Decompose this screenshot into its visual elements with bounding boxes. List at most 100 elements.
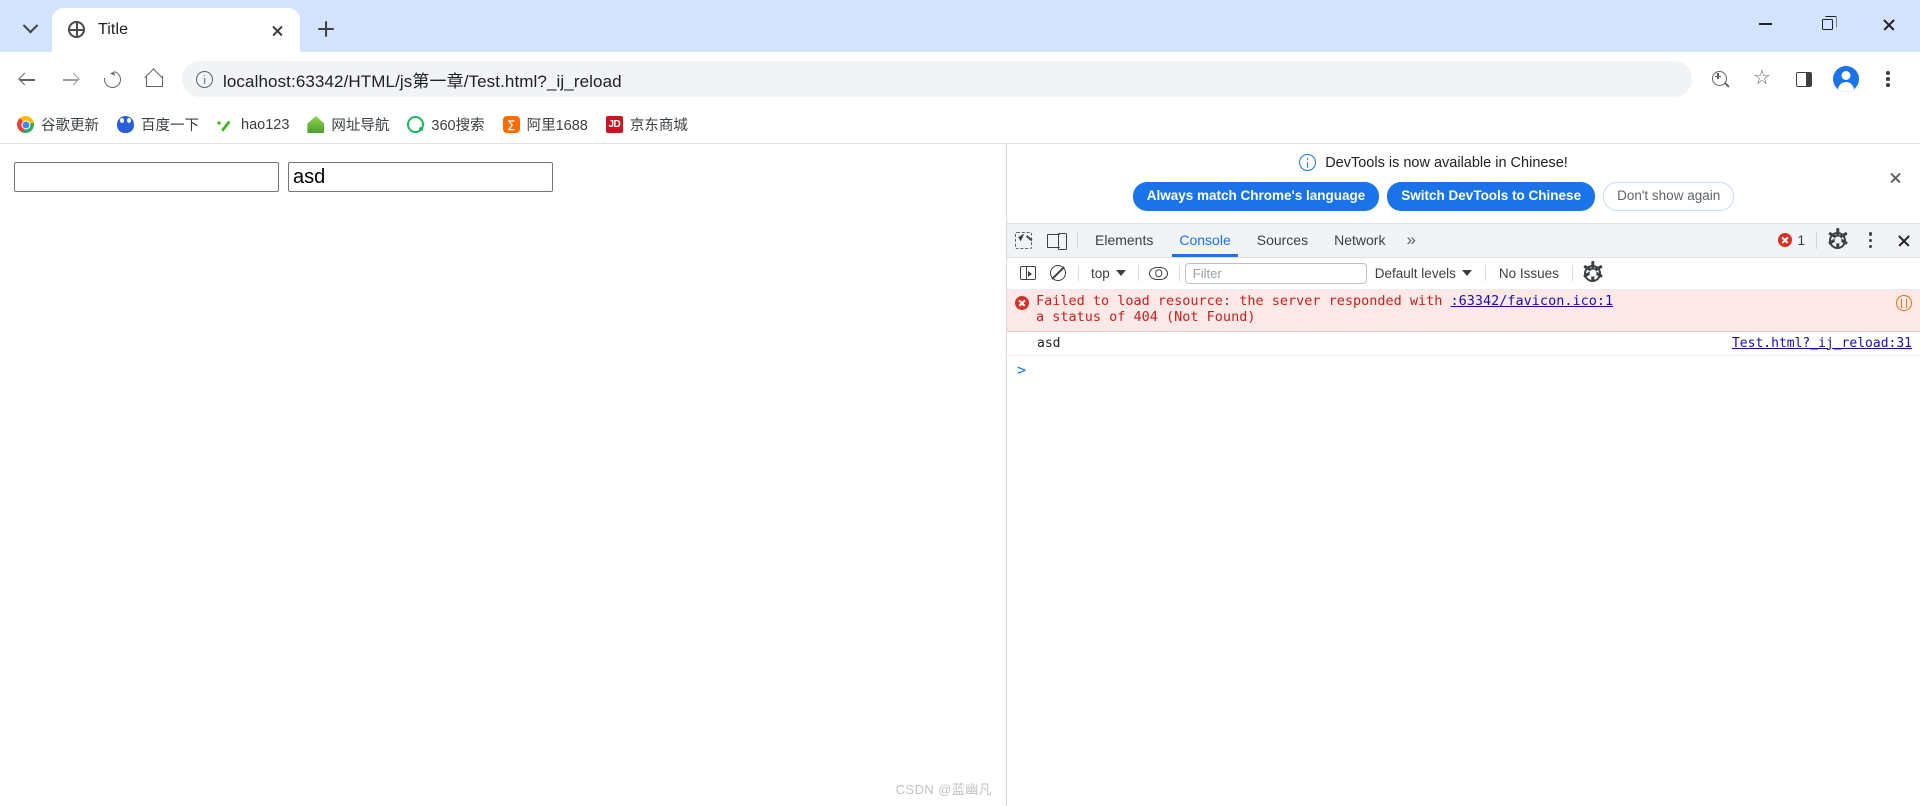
dont-show-again-button[interactable]: Don't show again (1603, 182, 1735, 211)
profile-button[interactable] (1826, 59, 1866, 99)
error-icon (1015, 295, 1029, 310)
bookmark-item-google-update[interactable]: 谷歌更新 (8, 109, 108, 140)
globe-icon (68, 21, 86, 39)
eye-icon (1149, 266, 1169, 280)
zoom-button[interactable] (1700, 59, 1740, 99)
console-prompt[interactable]: > (1007, 356, 1920, 384)
console-sidebar-toggle[interactable] (1013, 260, 1043, 286)
text-input-1[interactable] (14, 162, 279, 192)
back-button[interactable] (8, 59, 48, 99)
tab-console[interactable]: Console (1166, 224, 1243, 257)
devtools-more-options-button[interactable] (1854, 224, 1887, 257)
bookmark-item-alibaba[interactable]: ∑ 阿里1688 (494, 109, 597, 140)
chrome-icon (17, 116, 34, 133)
devtools-panel: DevTools is now available in Chinese! Al… (1006, 144, 1920, 806)
baidu-icon (117, 116, 134, 133)
tab-elements[interactable]: Elements (1082, 224, 1166, 257)
live-expression-button[interactable] (1144, 260, 1174, 286)
error-text: Failed to load resource: the server resp… (1036, 293, 1889, 326)
reload-icon (100, 67, 124, 91)
bookmark-label: hao123 (241, 116, 290, 133)
tab-network[interactable]: Network (1321, 224, 1398, 257)
error-count-badge[interactable]: 1 (1771, 224, 1812, 257)
devtools-close-button[interactable] (1887, 224, 1920, 257)
browser-toolbar: localhost:63342/HTML/js第一章/Test.html?_ij… (0, 52, 1920, 106)
banner-message: DevTools is now available in Chinese! (1325, 154, 1568, 171)
side-panel-button[interactable] (1784, 59, 1824, 99)
error-resource-link[interactable]: :63342/favicon.ico:1 (1451, 293, 1614, 309)
window-minimize-button[interactable] (1734, 0, 1796, 48)
devtools-settings-button[interactable] (1821, 224, 1854, 257)
kebab-menu-icon (1868, 231, 1873, 249)
switch-devtools-language-button[interactable]: Switch DevTools to Chinese (1387, 182, 1596, 211)
divider (1078, 265, 1079, 282)
reload-button[interactable] (92, 59, 132, 99)
gear-icon (1827, 227, 1848, 249)
devtools-tabbar: Elements Console Sources Network » 1 (1007, 222, 1920, 258)
forward-button[interactable] (50, 59, 90, 99)
home-icon (145, 71, 163, 87)
console-message-list: Failed to load resource: the server resp… (1007, 289, 1920, 806)
console-settings-button[interactable] (1578, 260, 1608, 286)
console-filter-input[interactable] (1184, 262, 1367, 284)
tab-search-button[interactable] (10, 10, 50, 46)
address-bar[interactable]: localhost:63342/HTML/js第一章/Test.html?_ij… (182, 61, 1692, 97)
issues-button[interactable]: No Issues (1491, 263, 1567, 284)
execution-context-label: top (1091, 265, 1110, 281)
more-tabs-button[interactable]: » (1398, 224, 1423, 257)
browser-tab[interactable]: Title (52, 8, 300, 52)
close-icon (1882, 17, 1896, 31)
bookmark-button[interactable]: ☆ (1742, 59, 1782, 99)
log-source-link[interactable]: Test.html?_ij_reload:31 (1732, 336, 1912, 351)
prompt-caret-icon: > (1017, 360, 1027, 379)
bookmark-label: 360搜索 (431, 118, 485, 134)
execution-context-selector[interactable]: top (1084, 263, 1133, 284)
bookmark-item-jd[interactable]: JD 京东商城 (597, 109, 697, 140)
banner-actions: Always match Chrome's language Switch De… (1007, 182, 1920, 211)
console-error-message[interactable]: Failed to load resource: the server resp… (1007, 289, 1920, 332)
chevron-down-icon (1115, 270, 1126, 277)
banner-close-button[interactable] (1884, 166, 1906, 188)
window-close-button[interactable] (1858, 0, 1920, 48)
inspect-element-icon (1015, 231, 1032, 249)
log-levels-dropdown[interactable]: Default levels (1367, 263, 1480, 284)
bookmark-label: 百度一下 (141, 118, 199, 134)
banner-message-row: DevTools is now available in Chinese! (1007, 154, 1920, 171)
maximize-icon (1821, 18, 1833, 30)
bookmark-item-hao123[interactable]: hao123 (208, 111, 298, 138)
close-icon (271, 24, 284, 37)
error-count: 1 (1797, 232, 1805, 248)
home-button[interactable] (134, 59, 174, 99)
divider (1137, 265, 1139, 282)
close-icon (1897, 233, 1911, 247)
jd-icon: JD (605, 116, 623, 133)
zoom-icon (1711, 70, 1729, 88)
alibaba-icon: ∑ (502, 116, 520, 133)
bookmark-item-360-search[interactable]: 360搜索 (398, 109, 493, 140)
window-maximize-button[interactable] (1796, 0, 1858, 48)
text-input-2[interactable] (288, 162, 553, 192)
avatar-icon (1833, 66, 1859, 92)
bookmark-label: 网址导航 (331, 118, 390, 134)
window-controls (1734, 0, 1920, 48)
bookmark-label: 京东商城 (629, 118, 688, 134)
close-icon (1889, 171, 1902, 184)
network-issue-icon[interactable] (1896, 294, 1912, 311)
clear-console-button[interactable] (1043, 260, 1073, 286)
plus-icon (318, 21, 334, 37)
bookmark-item-site-nav[interactable]: 网址导航 (298, 109, 398, 140)
inspect-element-button[interactable] (1007, 224, 1040, 257)
log-levels-label: Default levels (1374, 265, 1456, 281)
site-info-icon[interactable] (196, 70, 213, 88)
tab-sources[interactable]: Sources (1244, 224, 1321, 257)
always-match-language-button[interactable]: Always match Chrome's language (1132, 182, 1380, 211)
console-log-message[interactable]: asd Test.html?_ij_reload:31 (1007, 332, 1920, 356)
browser-menu-button[interactable] (1868, 59, 1908, 99)
tab-close-button[interactable] (264, 17, 290, 43)
bookmark-item-baidu[interactable]: 百度一下 (108, 109, 208, 140)
new-tab-button[interactable] (308, 11, 344, 47)
browser-window: Title localhost:63342/HTML/js第一章/Test.ht… (0, 0, 1920, 806)
device-toolbar-button[interactable] (1040, 224, 1073, 257)
back-arrow-icon (19, 70, 37, 88)
devtools-language-banner: DevTools is now available in Chinese! Al… (1007, 144, 1920, 223)
